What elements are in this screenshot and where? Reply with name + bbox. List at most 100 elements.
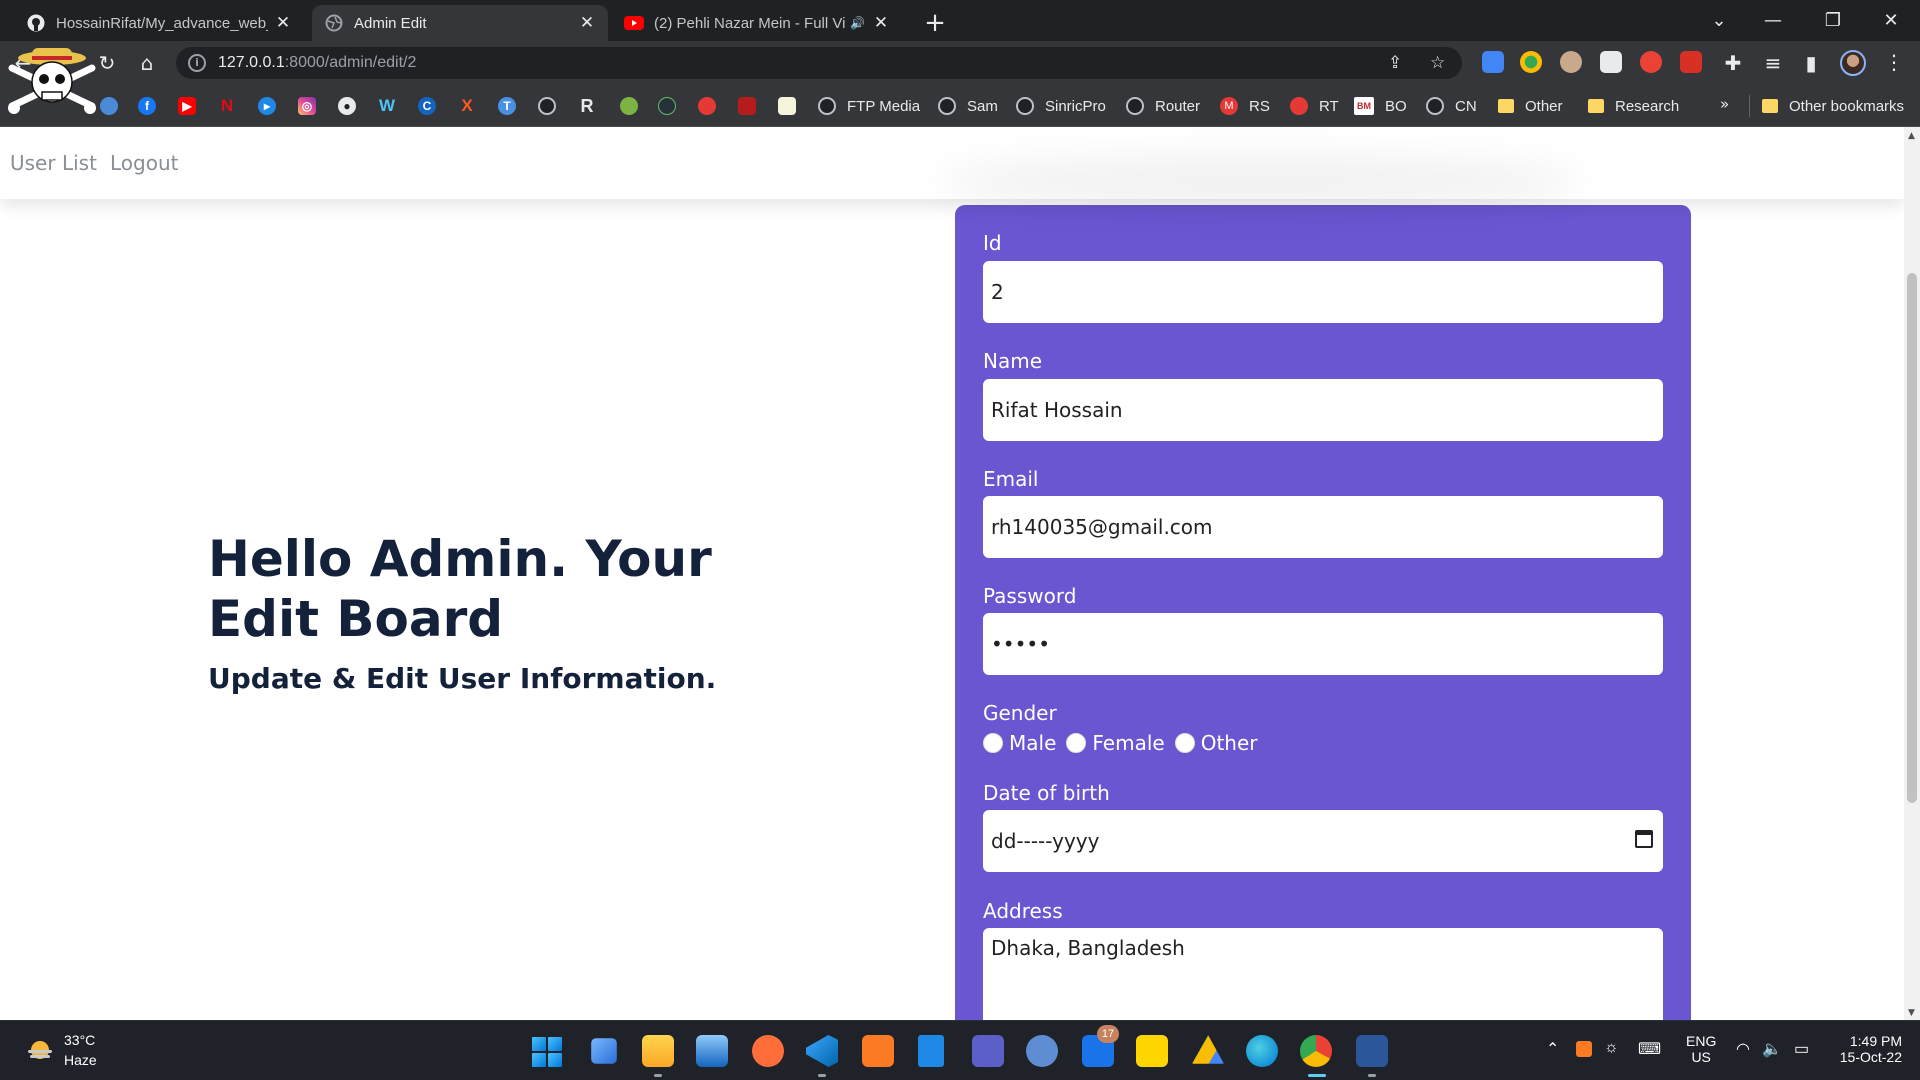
photos-app-icon[interactable] bbox=[696, 1035, 728, 1067]
new-tab-button[interactable]: + bbox=[920, 8, 950, 38]
bookmark-cn[interactable]: CN bbox=[1426, 97, 1477, 115]
language-indicator[interactable]: ENG US bbox=[1686, 1033, 1716, 1065]
xampp-icon[interactable] bbox=[862, 1035, 894, 1067]
menu-icon[interactable]: ⋮ bbox=[1884, 50, 1904, 74]
address-field[interactable]: Dhaka, Bangladesh bbox=[983, 928, 1663, 1020]
close-tab-icon[interactable]: ✕ bbox=[872, 14, 890, 32]
google-drive-icon[interactable] bbox=[1192, 1035, 1224, 1064]
wifi-icon[interactable]: ◠ bbox=[1736, 1039, 1750, 1059]
nav-logout-link[interactable]: Logout bbox=[110, 151, 178, 175]
qbittorrent-icon[interactable] bbox=[1026, 1035, 1058, 1067]
bookmarks-overflow-button[interactable]: » bbox=[1720, 95, 1729, 113]
start-button[interactable] bbox=[532, 1037, 562, 1067]
bookmark-icon[interactable] bbox=[658, 97, 676, 115]
x-bookmark-icon[interactable]: X bbox=[458, 97, 476, 115]
bookmark-icon[interactable] bbox=[620, 97, 638, 115]
weather-haze-icon[interactable] bbox=[26, 1038, 54, 1062]
instagram-icon[interactable]: ◎ bbox=[298, 97, 316, 115]
file-explorer-icon[interactable] bbox=[642, 1035, 674, 1067]
profile-avatar[interactable] bbox=[1840, 50, 1866, 76]
weather-condition[interactable]: Haze bbox=[64, 1052, 97, 1068]
chrome-icon[interactable] bbox=[1300, 1035, 1332, 1067]
scroll-up-arrow-icon[interactable]: ▲ bbox=[1908, 131, 1915, 141]
keyboard-icon[interactable]: ⌨ bbox=[1638, 1039, 1661, 1059]
extension-icon[interactable] bbox=[1560, 51, 1582, 73]
bookmark-folder-research[interactable]: Research bbox=[1588, 97, 1679, 115]
side-panel-icon[interactable]: ▮ bbox=[1796, 48, 1826, 78]
scroll-down-arrow-icon[interactable]: ▼ bbox=[1908, 1008, 1915, 1018]
nav-user-list-link[interactable]: User List bbox=[10, 151, 97, 175]
gender-male-radio[interactable] bbox=[983, 733, 1003, 753]
extension-icon[interactable] bbox=[1680, 51, 1702, 73]
minimize-button[interactable]: — bbox=[1750, 6, 1796, 36]
id-field[interactable]: 2 bbox=[983, 261, 1663, 323]
facebook-icon[interactable]: f bbox=[138, 97, 156, 115]
r-bookmark-icon[interactable]: R bbox=[578, 97, 596, 115]
vscode-icon[interactable] bbox=[806, 1035, 838, 1067]
bookmark-bo[interactable]: BM BO bbox=[1354, 97, 1407, 115]
netflix-icon[interactable]: N bbox=[218, 97, 236, 115]
reading-list-icon[interactable]: ≡ bbox=[1758, 48, 1788, 78]
bug-icon[interactable] bbox=[698, 97, 716, 115]
site-info-icon[interactable]: i bbox=[188, 54, 206, 72]
google-translate-icon[interactable] bbox=[1482, 51, 1504, 73]
bookmark-router[interactable]: Router bbox=[1126, 97, 1200, 115]
play-icon[interactable]: ▸ bbox=[258, 97, 276, 115]
clock[interactable]: 1:49 PM 15-Oct-22 bbox=[1832, 1033, 1902, 1065]
bookmark-sinricpro[interactable]: SinricPro bbox=[1016, 97, 1106, 115]
extension-icon[interactable] bbox=[1600, 51, 1622, 73]
bookmark-rs[interactable]: M RS bbox=[1220, 97, 1270, 115]
extension-icon[interactable] bbox=[1520, 51, 1542, 73]
restore-button[interactable]: ❐ bbox=[1810, 6, 1856, 36]
bookmark-star-icon[interactable]: ☆ bbox=[1430, 53, 1445, 73]
bookmark-sam[interactable]: Sam bbox=[938, 97, 998, 115]
close-tab-icon[interactable]: ✕ bbox=[274, 14, 292, 32]
postman-icon[interactable] bbox=[752, 1035, 784, 1067]
volume-icon[interactable]: 🔈 bbox=[1762, 1039, 1782, 1059]
battery-icon[interactable]: ▭ bbox=[1794, 1039, 1809, 1059]
weather-temperature[interactable]: 33°C bbox=[64, 1032, 95, 1048]
other-bookmarks-folder[interactable]: Other bookmarks bbox=[1762, 97, 1904, 115]
w-bookmark-icon[interactable]: W bbox=[378, 97, 396, 115]
password-field[interactable]: ••••• bbox=[983, 613, 1663, 675]
taskbar-app-icon[interactable] bbox=[591, 1038, 617, 1064]
youtube-icon[interactable]: ▶ bbox=[178, 97, 196, 115]
extensions-puzzle-icon[interactable]: ✚ bbox=[1718, 48, 1748, 78]
bookmark-icon[interactable] bbox=[778, 97, 796, 115]
globe-icon[interactable] bbox=[538, 97, 556, 115]
bookmark-rt[interactable]: RT bbox=[1290, 97, 1339, 115]
chevron-up-icon[interactable]: ⌃ bbox=[1546, 1039, 1559, 1059]
github-icon[interactable]: ● bbox=[338, 97, 356, 115]
bookmark-icon[interactable] bbox=[738, 97, 756, 115]
bookmark-folder-other[interactable]: Other bbox=[1498, 97, 1563, 115]
gender-other-radio[interactable] bbox=[1174, 733, 1195, 753]
address-bar[interactable]: i 127.0.0.1:8000/admin/edit/2 ⇪ ☆ bbox=[176, 47, 1462, 79]
calendar-icon[interactable] bbox=[1635, 830, 1653, 848]
edge-icon[interactable] bbox=[1246, 1035, 1278, 1067]
tab-search-icon[interactable]: ⌄ bbox=[1696, 6, 1742, 36]
home-icon[interactable]: ⌂ bbox=[132, 48, 162, 78]
t-bookmark-icon[interactable]: T bbox=[498, 97, 516, 115]
teams-icon[interactable] bbox=[972, 1035, 1004, 1067]
extension-icon[interactable] bbox=[1640, 51, 1662, 73]
xampp-tray-icon[interactable] bbox=[1576, 1041, 1592, 1057]
brightness-icon[interactable]: ☼ bbox=[1604, 1039, 1619, 1057]
gender-female-radio[interactable] bbox=[1066, 733, 1087, 753]
bookmark-ftp-media[interactable]: FTP Media bbox=[818, 97, 920, 115]
email-field[interactable]: rh140035@gmail.com bbox=[983, 496, 1663, 558]
scroll-thumb[interactable] bbox=[1907, 273, 1917, 803]
tab-youtube[interactable]: (2) Pehli Nazar Mein - Full Vi 🔊 ✕ bbox=[612, 5, 902, 41]
share-icon[interactable]: ⇪ bbox=[1388, 53, 1402, 73]
dob-field[interactable]: dd-----yyyy bbox=[983, 810, 1663, 872]
tab-github[interactable]: HossainRifat/My_advance_web_V ✕ bbox=[14, 5, 304, 41]
page-scrollbar[interactable]: ▲ ▼ bbox=[1904, 127, 1920, 1020]
url-text[interactable]: 127.0.0.1:8000/admin/edit/2 bbox=[218, 54, 416, 72]
notepad-icon[interactable] bbox=[918, 1035, 944, 1067]
word-icon[interactable] bbox=[1356, 1035, 1388, 1067]
tab-admin-edit[interactable]: Admin Edit ✕ bbox=[312, 5, 608, 41]
media-player-icon[interactable] bbox=[1136, 1035, 1168, 1067]
c-bookmark-icon[interactable]: C bbox=[418, 97, 436, 115]
close-tab-icon[interactable]: ✕ bbox=[578, 14, 596, 32]
speaker-icon[interactable]: 🔊 bbox=[850, 16, 866, 30]
bookmark-icon[interactable] bbox=[100, 97, 118, 115]
